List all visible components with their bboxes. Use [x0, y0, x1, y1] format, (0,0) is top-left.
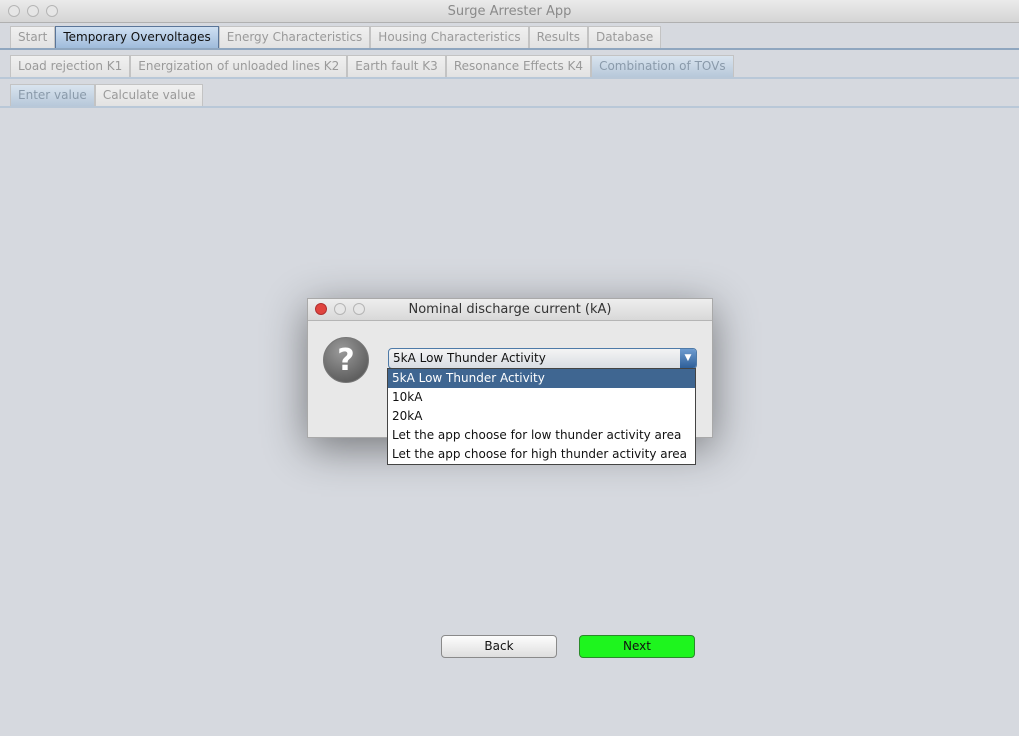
tab-housing-characteristics[interactable]: Housing Characteristics [370, 26, 529, 48]
dialog-close-icon[interactable] [315, 303, 327, 315]
dialog-zoom-icon[interactable] [353, 303, 365, 315]
zoom-icon[interactable] [46, 5, 58, 17]
window-title: Surge Arrester App [447, 4, 572, 19]
tab-calculate-value[interactable]: Calculate value [94, 84, 204, 106]
option-5ka[interactable]: 5kA Low Thunder Activity [388, 369, 695, 388]
tab-energy-characteristics[interactable]: Energy Characteristics [218, 26, 371, 48]
option-10ka[interactable]: 10kA [388, 388, 695, 407]
chevron-down-icon[interactable]: ▼ [680, 349, 696, 368]
dropdown-list: 5kA Low Thunder Activity 10kA 20kA Let t… [387, 368, 696, 465]
tab-temporary-overvoltages[interactable]: Temporary Overvoltages [55, 26, 219, 48]
dialog-title: Nominal discharge current (kA) [308, 299, 712, 321]
tab-resonance[interactable]: Resonance Effects K4 [445, 55, 592, 77]
close-icon[interactable] [8, 5, 20, 17]
option-auto-high[interactable]: Let the app choose for high thunder acti… [388, 445, 695, 464]
tab-load-rejection[interactable]: Load rejection K1 [10, 55, 131, 77]
tab-start[interactable]: Start [10, 26, 56, 48]
tab-earth-fault[interactable]: Earth fault K3 [347, 55, 446, 77]
inner-tabs: Enter value Calculate value [0, 84, 1019, 108]
option-20ka[interactable]: 20kA [388, 407, 695, 426]
next-button[interactable]: Next [579, 635, 695, 658]
sub-tabs: Load rejection K1 Energization of unload… [0, 55, 1019, 79]
minimize-icon[interactable] [27, 5, 39, 17]
tab-database[interactable]: Database [587, 26, 662, 48]
back-button[interactable]: Back [441, 635, 557, 658]
option-auto-low[interactable]: Let the app choose for low thunder activ… [388, 426, 695, 445]
tab-energization[interactable]: Energization of unloaded lines K2 [130, 55, 348, 77]
tab-combination-tovs[interactable]: Combination of TOVs [591, 55, 734, 77]
question-icon: ? [323, 337, 369, 383]
discharge-current-select[interactable]: 5kA Low Thunder Activity ▼ [388, 348, 697, 369]
window-titlebar: Surge Arrester App [0, 0, 1019, 23]
dialog-minimize-icon[interactable] [334, 303, 346, 315]
tab-results[interactable]: Results [528, 26, 588, 48]
main-tabs: Start Temporary Overvoltages Energy Char… [0, 26, 1019, 50]
select-value: 5kA Low Thunder Activity [393, 351, 546, 365]
tab-enter-value[interactable]: Enter value [10, 84, 95, 106]
